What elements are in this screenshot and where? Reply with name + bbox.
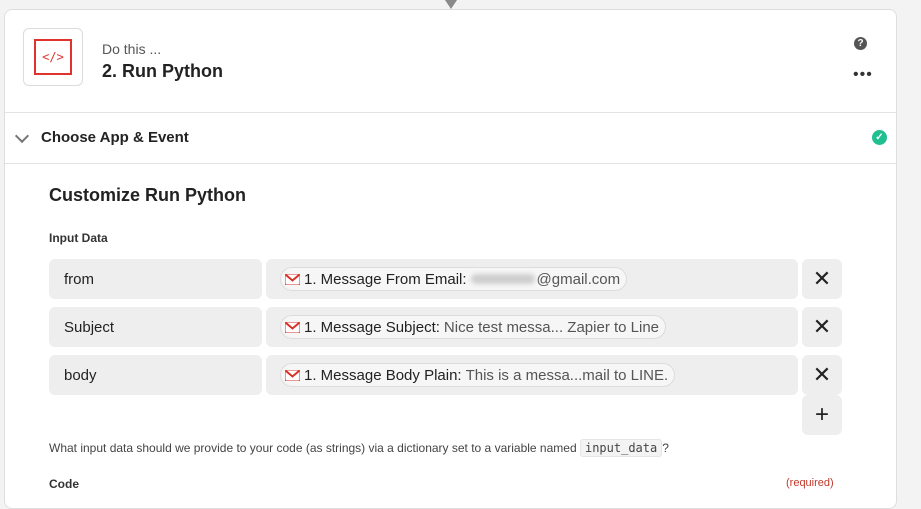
required-label: (required) <box>786 477 834 489</box>
help-code: input_data <box>579 439 663 457</box>
pill-value: @gmail.com <box>536 270 621 288</box>
step-header[interactable]: </> Do this ... 2. Run Python ? ••• <box>5 10 896 113</box>
input-data-label: Input Data <box>49 231 108 245</box>
remove-row-button[interactable]: ✕ <box>802 307 842 347</box>
section-label[interactable]: Choose App & Event <box>41 129 189 146</box>
pill-source-label: 1. Message From Email: <box>304 270 467 288</box>
pill-source-label: 1. Message Subject: <box>304 318 440 336</box>
help-text-before: What input data should we provide to you… <box>49 441 577 455</box>
pill-value: This is a messa...mail to LINE. <box>465 366 669 384</box>
gmail-icon <box>285 273 300 285</box>
step-kicker: Do this ... <box>102 41 162 57</box>
step-title: 2. Run Python <box>102 61 223 81</box>
input-key-field[interactable]: from <box>49 259 262 299</box>
connector-arrow-icon <box>445 0 457 9</box>
help-text-after: ? <box>662 441 669 455</box>
customize-title: Customize Run Python <box>49 185 246 205</box>
redacted-text <box>470 274 535 284</box>
more-options-icon[interactable]: ••• <box>853 67 873 83</box>
input-key-field[interactable]: body <box>49 355 262 395</box>
code-label: Code <box>49 477 79 491</box>
gmail-icon <box>285 369 300 381</box>
input-data-row: Subject 1. Message Subject: Nice test me… <box>49 307 842 347</box>
input-key-field[interactable]: Subject <box>49 307 262 347</box>
mapped-field-pill[interactable]: 1. Message Body Plain: This is a messa..… <box>280 363 676 387</box>
remove-row-button[interactable]: ✕ <box>802 259 842 299</box>
pill-source-label: 1. Message Body Plain: <box>304 366 462 384</box>
help-icon[interactable]: ? <box>854 37 867 50</box>
choose-app-event-section[interactable]: Choose App & Event ✓ <box>5 112 896 164</box>
input-data-row: from 1. Message From Email: @gmail.com ✕ <box>49 259 842 299</box>
add-row-button[interactable]: + <box>802 395 842 435</box>
check-circle-icon: ✓ <box>872 130 887 145</box>
input-value-field[interactable]: 1. Message From Email: @gmail.com <box>266 259 798 299</box>
input-data-row: body 1. Message Body Plain: This is a me… <box>49 355 842 395</box>
code-icon: </> <box>34 39 72 75</box>
input-data-help-text: What input data should we provide to you… <box>49 439 669 457</box>
gmail-icon <box>285 321 300 333</box>
remove-row-button[interactable]: ✕ <box>802 355 842 395</box>
pill-value: Nice test messa... Zapier to Line <box>443 318 660 336</box>
input-value-field[interactable]: 1. Message Body Plain: This is a messa..… <box>266 355 798 395</box>
app-icon: </> <box>23 28 83 86</box>
mapped-field-pill[interactable]: 1. Message From Email: @gmail.com <box>280 267 628 291</box>
chevron-down-icon[interactable] <box>14 128 30 144</box>
input-value-field[interactable]: 1. Message Subject: Nice test messa... Z… <box>266 307 798 347</box>
mapped-field-pill[interactable]: 1. Message Subject: Nice test messa... Z… <box>280 315 667 339</box>
